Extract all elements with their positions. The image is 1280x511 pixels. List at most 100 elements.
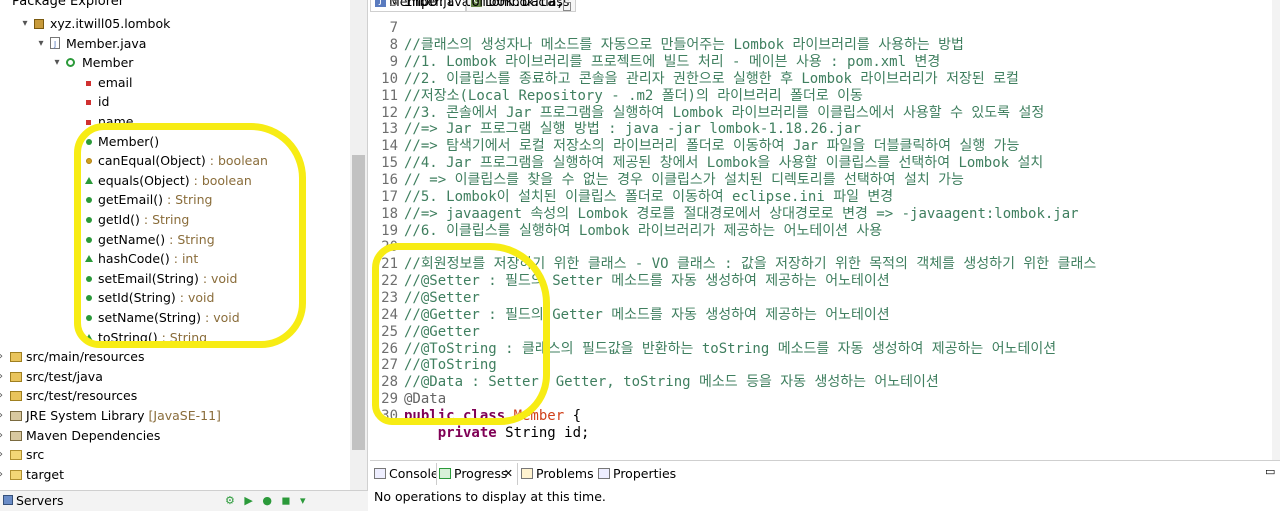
field-icon (86, 100, 91, 106)
chevron-down-icon[interactable]: ▾ (20, 14, 30, 33)
code-text: //6. 이클립스를 실행하여 Lombok 라이브러리가 제공하는 어노테이션… (404, 222, 883, 239)
line-number: 9 (389, 54, 398, 71)
source-folder-icon (10, 371, 22, 382)
code-text: //5. Lombok이 설치된 이클립스 폴더로 이동하여 eclipse.i… (404, 188, 894, 205)
tree-item-label: Maven Dependencies (26, 427, 161, 443)
line-number: 8 (389, 37, 398, 54)
tree-item[interactable]: id (0, 92, 348, 111)
tree-item-label: src (26, 447, 45, 463)
tree-item[interactable]: › src/main/resources (0, 347, 348, 366)
close-icon[interactable]: ✕ (504, 463, 513, 485)
code-text: //클래스의 생성자나 메소드를 자동으로 만들어주는 Lombok 라이브러리… (404, 37, 964, 54)
tree-item-label: email (98, 74, 133, 90)
code-line[interactable]: 19 //6. 이클립스를 실행하여 Lombok 라이브러리가 제공하는 어노테… (370, 223, 1270, 240)
source-folder-icon (10, 352, 22, 363)
servers-view-bar: Servers ⚙ ▶ ● ◼ ▾ (0, 490, 368, 511)
chevron-right-icon[interactable]: › (0, 406, 6, 425)
tree-item[interactable]: › JRE System Library [JavaSE-11] (0, 406, 348, 425)
tree-item-label: Member (82, 55, 134, 71)
tree-item-type: [JavaSE-11] (144, 408, 221, 423)
java-file-icon: J (50, 36, 60, 49)
tree-item[interactable]: › src/test/java (0, 367, 348, 386)
tab-problems[interactable]: Problems (519, 463, 595, 485)
tab-progress[interactable]: Progress ✕ (436, 463, 518, 485)
source-folder-icon (10, 391, 22, 402)
code-line[interactable]: 17 //5. Lombok이 설치된 이클립스 폴더로 이동하여 eclipse… (370, 189, 1270, 206)
chevron-right-icon[interactable]: › (0, 347, 6, 366)
tree-item[interactable]: › Maven Dependencies (0, 426, 348, 445)
editor-scrollbar[interactable] (1272, 0, 1280, 460)
code-line[interactable]: 8 //클래스의 생성자나 메소드를 자동으로 만들어주는 Lombok 라이브러… (370, 37, 1270, 54)
package-explorer-tab[interactable]: Package Explorer (0, 0, 124, 12)
code-line[interactable]: private String id; (370, 425, 1270, 442)
line-number: 10 (381, 70, 398, 87)
line-number: 17 (381, 188, 398, 205)
chevron-right-icon[interactable]: › (0, 367, 6, 386)
line-number: 7 (389, 20, 398, 37)
servers-tab-label[interactable]: Servers (16, 493, 64, 508)
tree-item[interactable]: › src (0, 445, 348, 464)
line-number: 15 (381, 155, 398, 172)
tab-label: Problems (536, 466, 594, 481)
code-line[interactable]: 10 //2. 이클립스를 종료하고 콘솔을 관리자 권한으로 실행한 후 Lom… (370, 71, 1270, 88)
code-text: //1. Lombok 라이브러리를 프로젝트에 빌드 처리 - 메이븐 사용 … (404, 54, 941, 71)
tab-console[interactable]: Console (372, 463, 439, 485)
line-number: 3 (389, 0, 398, 10)
code-text: //=> javaagent 속성의 Lombok 경로를 절대경로에서 상대경… (404, 205, 1079, 222)
line-number: 19 (381, 222, 398, 239)
code-line[interactable]: 11 //저장소(Local Repository - .m2 폴더)의 라이브러… (370, 88, 1270, 105)
problems-icon (521, 468, 533, 479)
minimize-icon[interactable]: ▭ (1265, 465, 1275, 478)
vertical-scrollbar-thumb[interactable] (352, 155, 365, 450)
code-line[interactable]: 15 //4. Jar 프로그램을 실행하여 제공된 창에서 Lombok을 사용… (370, 155, 1270, 172)
chevron-down-icon[interactable]: ▾ (36, 34, 46, 53)
package-icon (34, 19, 44, 29)
code-text: //저장소(Local Repository - .m2 폴더)의 라이브러리 … (404, 87, 863, 104)
code-text: private String id; (404, 424, 590, 441)
chevron-down-icon[interactable]: ▾ (52, 53, 62, 72)
bottom-panel: Console Progress ✕ Problems Properties ▭… (370, 460, 1280, 511)
tab-label: Properties (613, 466, 677, 481)
code-line[interactable]: 3 import lombok.Data; (370, 0, 1270, 11)
properties-icon (598, 468, 610, 479)
code-line[interactable]: 9 //1. Lombok 라이브러리를 프로젝트에 빌드 처리 - 메이븐 사용… (370, 54, 1270, 71)
package-explorer-tab-label: Package Explorer (12, 0, 125, 9)
chevron-right-icon[interactable]: › (0, 445, 6, 464)
folding-marker[interactable] (563, 2, 571, 11)
code-text: //2. 이클립스를 종료하고 콘솔을 관리자 권한으로 실행한 후 Lombo… (404, 70, 1019, 87)
chevron-right-icon[interactable]: › (0, 465, 6, 484)
folder-icon (10, 450, 22, 461)
progress-icon (439, 468, 451, 479)
field-icon (86, 80, 91, 86)
tab-properties[interactable]: Properties (596, 463, 676, 485)
chevron-right-icon[interactable]: › (0, 386, 6, 405)
tree-item-label: JRE System Library [JavaSE-11] (26, 408, 221, 423)
servers-toolbar-icons[interactable]: ⚙ ▶ ● ◼ ▾ (225, 494, 309, 507)
tree-item[interactable]: email (0, 73, 348, 92)
code-text: // => 이클립스를 찾을 수 없는 경우 이클립스가 설치된 디렉토리를 선… (404, 172, 964, 188)
code-line[interactable]: 7 (370, 20, 1270, 37)
tree-item-label: target (26, 466, 65, 482)
class-icon (66, 58, 75, 68)
library-icon (10, 411, 22, 421)
line-number: 12 (381, 104, 398, 121)
code-line[interactable]: 13 //=> Jar 프로그램 실행 방법 : java -jar lombok… (370, 121, 1270, 138)
tab-label: Console (389, 466, 439, 481)
tree-item-label: src/test/java (26, 368, 103, 384)
tree-item-label: id (98, 94, 110, 110)
tree-item[interactable]: › src/test/resources (0, 386, 348, 405)
code-line[interactable]: 16 // => 이클립스를 찾을 수 없는 경우 이클립스가 설치된 디렉토리를… (370, 172, 1270, 189)
tree-item[interactable]: ▾ xyz.itwill05.lombok (0, 14, 348, 33)
code-line[interactable]: 14 //=> 탐색기에서 로컬 저장소의 라이브러리 폴더로 이동하여 Jar … (370, 138, 1270, 155)
tree-item-label: src/main/resources (26, 349, 145, 365)
chevron-right-icon[interactable]: › (0, 426, 6, 445)
tree-item[interactable]: ▾ Member (0, 53, 348, 72)
code-line[interactable]: 18 //=> javaagent 속성의 Lombok 경로를 절대경로에서 상… (370, 206, 1270, 223)
tree-item[interactable]: ▾ J Member.java (0, 34, 348, 53)
console-icon (374, 468, 386, 479)
bottom-tab-bar: Console Progress ✕ Problems Properties ▭ (370, 463, 1280, 485)
tree-item[interactable]: › target (0, 465, 348, 484)
code-line[interactable]: 12 //3. 콘솔에서 Jar 프로그램을 실행하여 Lombok 라이브러리를… (370, 105, 1270, 122)
code-text: //=> 탐색기에서 로컬 저장소의 라이브러리 폴더로 이동하여 Jar 파일… (404, 138, 1020, 155)
folder-icon (10, 469, 22, 480)
